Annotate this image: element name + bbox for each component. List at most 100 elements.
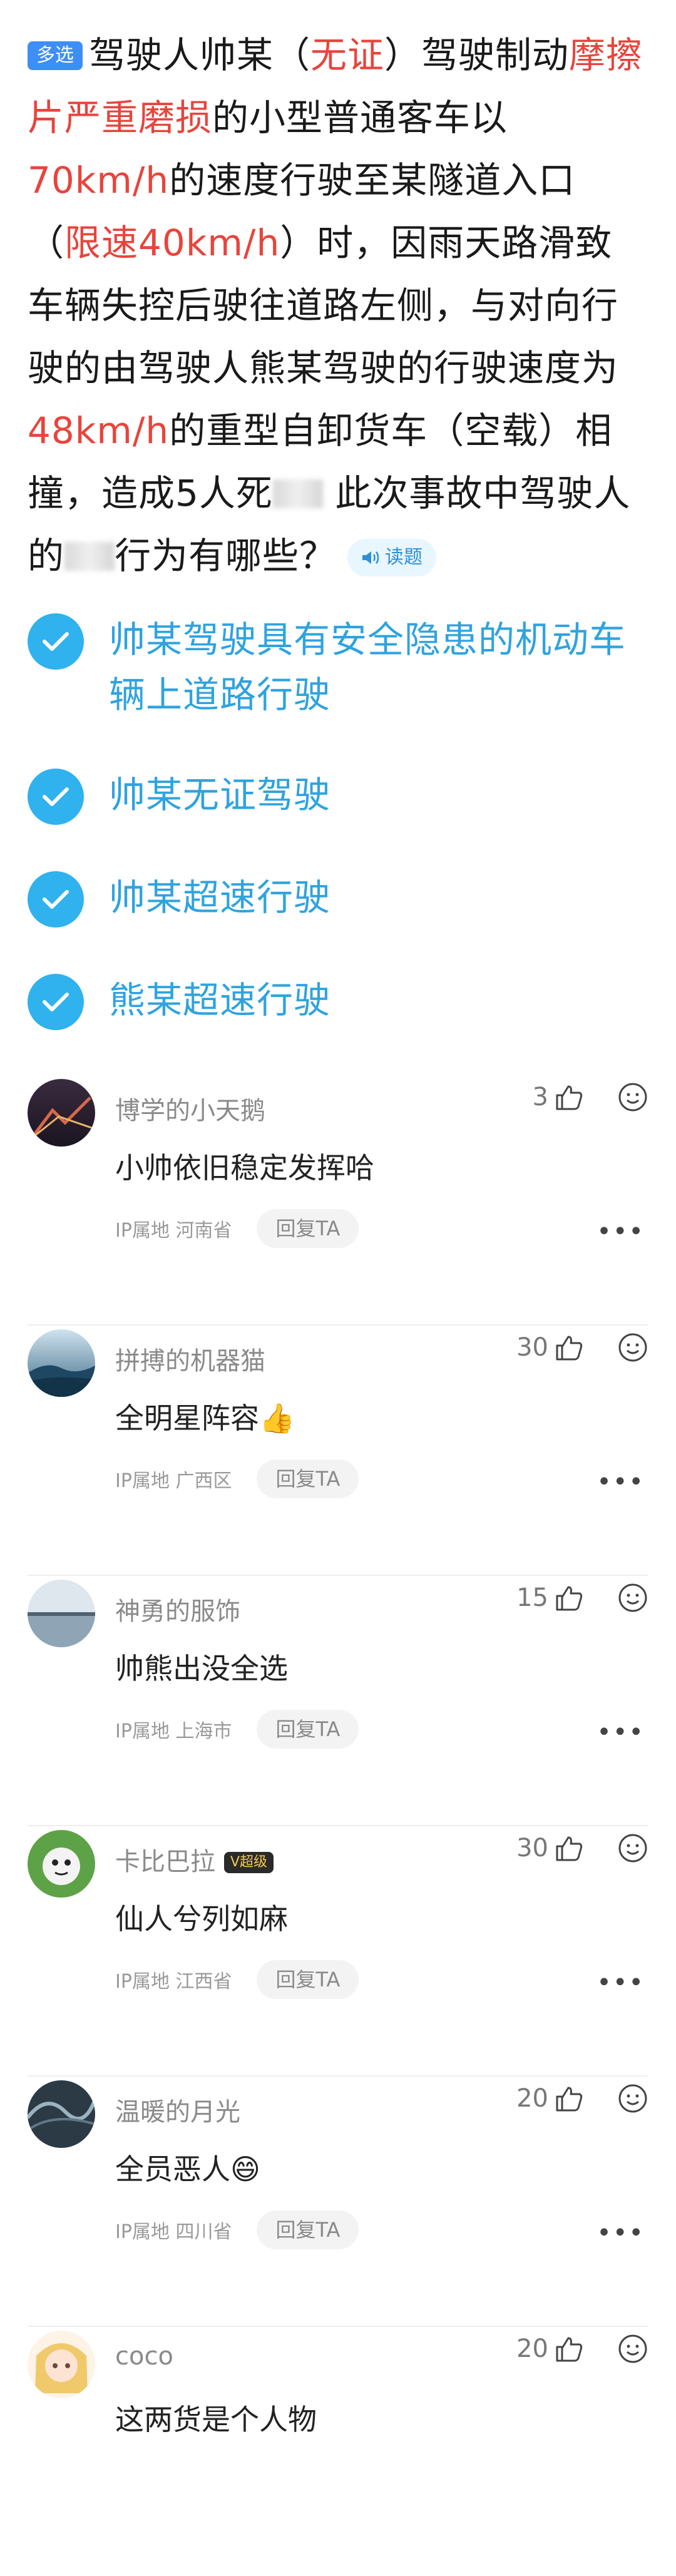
read-question-button[interactable]: 读题	[347, 539, 437, 576]
checkmark-icon	[28, 613, 84, 670]
answer-option[interactable]: 帅某无证驾驶	[28, 767, 648, 825]
like-count: 3	[532, 1083, 548, 1112]
vip-badge: V超级	[224, 1852, 274, 1873]
answer-option[interactable]: 帅某驾驶具有安全隐患的机动车辆上道路行驶	[28, 612, 648, 722]
smiley-icon[interactable]	[617, 2083, 648, 2114]
comment-meta: IP属地 江西省 回复TA	[115, 1960, 359, 1999]
comment-text: 这两货是个人物	[115, 2403, 317, 2436]
multi-choice-tag: 多选	[28, 41, 83, 70]
more-options-icon[interactable]: •••	[597, 2221, 645, 2246]
reply-button[interactable]: 回复TA	[257, 1459, 359, 1498]
blurred-text	[64, 542, 115, 571]
answer-option-label: 帅某驾驶具有安全隐患的机动车辆上道路行驶	[109, 618, 627, 716]
ip-location: IP属地 上海市	[115, 1720, 232, 1742]
reply-button[interactable]: 回复TA	[257, 1710, 359, 1749]
commenter-name-text: 拼搏的机器猫	[115, 1347, 265, 1376]
comment-item: 卡比巴拉 V超级 30 仙人兮列如麻 IP属地 江西省 回复TA •••	[28, 1826, 648, 2077]
smiley-icon[interactable]	[617, 1832, 648, 1864]
comment-text: 全明星阵容👍	[115, 1401, 295, 1435]
more-options-icon[interactable]: •••	[597, 1720, 645, 1745]
question-segment: 行为有哪些？	[115, 534, 337, 577]
comment-item: 神勇的服饰 15 帅熊出没全选 IP属地 上海市 回复TA •••	[28, 1576, 648, 1826]
answer-option[interactable]: 帅某超速行驶	[28, 870, 648, 928]
ip-location: IP属地 江西省	[115, 1971, 232, 1993]
commenter-name-text: 神勇的服饰	[115, 1597, 240, 1626]
comment-item: 博学的小天鹅 3 小帅依旧稳定发挥哈 IP属地 河南省 回复TA •••	[28, 1075, 648, 1326]
like-count: 30	[516, 1333, 548, 1362]
thumbs-up-icon[interactable]	[555, 2334, 583, 2363]
reply-button[interactable]: 回复TA	[257, 1960, 359, 1999]
thumbs-up-icon[interactable]	[555, 1583, 583, 1612]
like-area: 30	[516, 1332, 648, 1363]
avatar[interactable]	[28, 2331, 95, 2398]
thumbs-up-icon[interactable]	[555, 1083, 583, 1112]
answer-option-label: 帅某无证驾驶	[109, 774, 331, 816]
like-area: 20	[516, 2083, 648, 2114]
thumbs-up-icon[interactable]	[555, 2084, 583, 2113]
ip-location: IP属地 四川省	[115, 2221, 232, 2243]
smiley-icon[interactable]	[617, 1582, 648, 1613]
comment-item: 拼搏的机器猫 30 全明星阵容👍 IP属地 广西区 回复TA •••	[28, 1326, 648, 1576]
like-count: 30	[516, 1834, 548, 1863]
more-options-icon[interactable]: •••	[597, 1970, 645, 1995]
question-segment: ）驾驶制动	[384, 34, 570, 76]
commenter-name-text: coco	[115, 2342, 173, 2371]
checkmark-icon	[28, 871, 84, 928]
answer-option[interactable]: 熊某超速行驶	[28, 973, 648, 1030]
smiley-icon[interactable]	[617, 1332, 648, 1363]
avatar[interactable]	[28, 2080, 95, 2148]
commenter-name-text: 卡比巴拉	[115, 1848, 215, 1876]
commenter-name[interactable]: 温暖的月光	[115, 2092, 240, 2128]
comment-meta: IP属地 四川省 回复TA	[115, 2211, 359, 2249]
comment-item: 温暖的月光 20 全员恶人😄 IP属地 四川省 回复TA •••	[28, 2077, 648, 2327]
like-area: 3	[533, 1081, 648, 1113]
question-highlight: 限速40km/h	[64, 222, 280, 264]
commenter-name[interactable]: 卡比巴拉 V超级	[115, 1841, 274, 1878]
commenter-name[interactable]: 神勇的服饰	[115, 1591, 240, 1627]
reply-button[interactable]: 回复TA	[257, 1209, 359, 1248]
question-text: 多选 驾驶人帅某（无证）驾驶制动摩擦片严重磨损的小型普通客车以70km/h的速度行…	[0, 0, 676, 587]
like-area: 30	[516, 1832, 648, 1864]
speaker-icon	[361, 546, 381, 568]
commenter-name[interactable]: 博学的小天鹅	[115, 1090, 265, 1127]
reply-button[interactable]: 回复TA	[257, 2211, 359, 2249]
question-segment: 驾驶人帅某（	[89, 34, 311, 76]
smiley-icon[interactable]	[617, 1081, 648, 1113]
comment-meta: IP属地 上海市 回复TA	[115, 1710, 359, 1749]
read-question-label: 读题	[385, 546, 423, 568]
comment-text: 帅熊出没全选	[115, 1652, 288, 1685]
commenter-name[interactable]: 拼搏的机器猫	[115, 1341, 265, 1377]
answer-option-label: 帅某超速行驶	[109, 876, 331, 919]
avatar[interactable]	[28, 1329, 95, 1397]
comment-text: 小帅依旧稳定发挥哈	[115, 1151, 374, 1185]
checkmark-icon	[28, 769, 84, 825]
comment-meta: IP属地 广西区 回复TA	[115, 1459, 359, 1498]
comment-meta: IP属地 河南省 回复TA	[115, 1209, 359, 1248]
commenter-name[interactable]: coco	[115, 2342, 173, 2371]
thumbs-up-icon[interactable]	[555, 1834, 583, 1863]
blurred-text	[272, 479, 323, 508]
avatar[interactable]	[28, 1079, 95, 1147]
comments-list: 博学的小天鹅 3 小帅依旧稳定发挥哈 IP属地 河南省 回复TA ••• 拼搏的机器猫 30 全…	[0, 1075, 676, 2576]
smiley-icon[interactable]	[617, 2333, 648, 2364]
comment-item: coco 20 这两货是个人物	[28, 2327, 648, 2576]
avatar[interactable]	[28, 1580, 95, 1647]
commenter-name-text: 温暖的月光	[115, 2098, 240, 2127]
comment-text: 全员恶人😄	[115, 2152, 260, 2186]
like-count: 20	[516, 2084, 548, 2113]
like-count: 15	[516, 1583, 548, 1612]
question-highlight: 无证	[310, 34, 385, 76]
commenter-name-text: 博学的小天鹅	[115, 1096, 265, 1125]
question-highlight: 70km/h	[28, 159, 170, 202]
question-highlight: 48km/h	[28, 409, 170, 452]
more-options-icon[interactable]: •••	[597, 1219, 645, 1244]
like-area: 15	[516, 1582, 648, 1613]
like-area: 20	[516, 2333, 648, 2364]
options-list: 帅某驾驶具有安全隐患的机动车辆上道路行驶帅某无证驾驶 帅某超速行驶熊某超速行驶	[0, 587, 676, 1030]
checkmark-icon	[28, 974, 84, 1030]
avatar[interactable]	[28, 1830, 95, 1898]
question-segment: 的小型普通客车以	[212, 96, 508, 139]
thumbs-up-icon[interactable]	[555, 1333, 583, 1362]
more-options-icon[interactable]: •••	[597, 1469, 645, 1495]
ip-location: IP属地 河南省	[115, 1220, 232, 1242]
